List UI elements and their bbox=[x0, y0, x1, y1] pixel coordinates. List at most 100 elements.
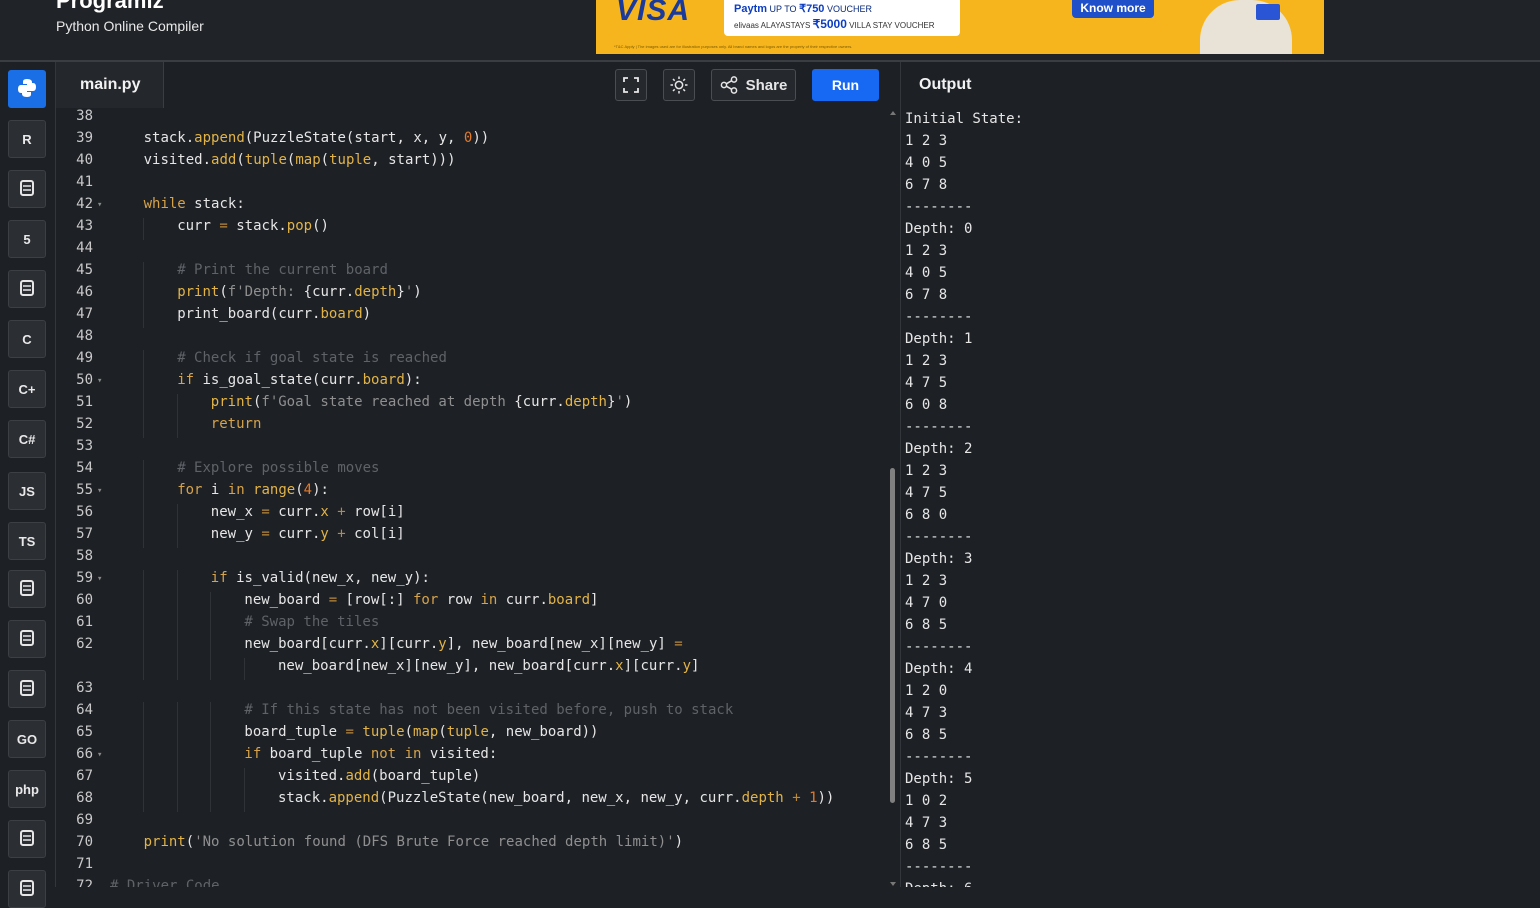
fold-arrow-icon[interactable]: ▾ bbox=[97, 750, 102, 760]
output-line: 4 7 5 bbox=[905, 375, 948, 391]
line-number: 47 bbox=[76, 306, 93, 322]
output-line: -------- bbox=[905, 199, 973, 215]
line-number: 66 bbox=[76, 746, 93, 762]
indent-guide bbox=[143, 504, 144, 526]
indent-guide bbox=[143, 592, 144, 614]
language-kotlin-button[interactable] bbox=[8, 620, 46, 658]
indent-guide bbox=[176, 592, 178, 614]
language-swift-button[interactable] bbox=[8, 820, 46, 858]
indent-guide bbox=[210, 614, 212, 636]
line-number: 38 bbox=[76, 108, 93, 124]
ad-offer-line-1: Paytm UP TO ₹750 VOUCHER bbox=[734, 3, 872, 15]
scroll-up-arrow[interactable] bbox=[890, 111, 896, 115]
language-cpp-button[interactable]: C+ bbox=[8, 370, 46, 408]
language-html-button[interactable]: 5 bbox=[8, 220, 46, 258]
language-go-button[interactable]: GO bbox=[8, 720, 46, 758]
language-ts-button[interactable]: TS bbox=[8, 522, 46, 560]
output-line: -------- bbox=[905, 309, 973, 325]
language-go-stack-button[interactable] bbox=[8, 570, 46, 608]
output-line: Depth: 5 bbox=[905, 771, 973, 787]
line-number: 52 bbox=[76, 416, 93, 432]
output-console: Initial State: 1 2 3 4 0 5 6 7 8 -------- Dep… bbox=[900, 108, 1540, 887]
indent-guide bbox=[210, 746, 212, 768]
indent-guide bbox=[176, 614, 178, 636]
language-rust-button[interactable] bbox=[8, 670, 46, 708]
run-button[interactable]: Run bbox=[812, 69, 879, 101]
c-icon: C bbox=[22, 331, 32, 347]
output-line: 6 7 8 bbox=[905, 287, 948, 303]
line-number: 63 bbox=[76, 680, 93, 696]
output-line: 4 0 5 bbox=[905, 265, 948, 281]
language-r-button[interactable]: R bbox=[8, 120, 46, 158]
indent-guide bbox=[210, 724, 212, 746]
language-php-button[interactable]: php bbox=[8, 770, 46, 808]
java-icon bbox=[18, 279, 36, 300]
code-line: visited.add(tuple(map(tuple, start))) bbox=[143, 152, 456, 168]
indent-guide bbox=[210, 790, 212, 812]
indent-guide bbox=[143, 394, 144, 416]
fold-arrow-icon[interactable]: ▾ bbox=[97, 376, 102, 386]
code-line: board_tuple = tuple(map(tuple, new_board… bbox=[244, 724, 599, 740]
output-line: -------- bbox=[905, 749, 973, 765]
indent-guide bbox=[143, 746, 144, 768]
line-number: 39 bbox=[76, 130, 93, 146]
fullscreen-button[interactable] bbox=[615, 69, 647, 101]
indent-guide bbox=[176, 702, 178, 724]
indent-guide bbox=[210, 592, 212, 614]
go-icon: GO bbox=[16, 731, 38, 747]
language-c-button[interactable]: C bbox=[8, 320, 46, 358]
line-number: 68 bbox=[76, 790, 93, 806]
line-number: 51 bbox=[76, 394, 93, 410]
line-number: 53 bbox=[76, 438, 93, 454]
indent-guide bbox=[143, 416, 144, 438]
indent-guide bbox=[143, 636, 144, 658]
ad-banner[interactable]: VISA Paytm UP TO ₹750 VOUCHER elivaas AL… bbox=[596, 0, 1324, 54]
line-number: 62 bbox=[76, 636, 93, 652]
code-line: for i in range(4): bbox=[177, 482, 329, 498]
fullscreen-icon bbox=[623, 77, 639, 93]
language-csharp-button[interactable]: C# bbox=[8, 420, 46, 458]
indent-guide bbox=[176, 636, 178, 658]
output-line: 4 7 0 bbox=[905, 595, 948, 611]
code-line: # Driver Code bbox=[110, 878, 220, 887]
share-button[interactable]: Share bbox=[711, 69, 796, 101]
ts-icon: TS bbox=[18, 533, 36, 549]
kotlin-icon bbox=[18, 629, 36, 650]
ad-card-image bbox=[1256, 4, 1280, 20]
code-line: visited.add(board_tuple) bbox=[278, 768, 481, 784]
language-java-button[interactable] bbox=[8, 270, 46, 308]
output-line: 1 2 3 bbox=[905, 243, 948, 259]
scroll-down-arrow[interactable] bbox=[890, 882, 896, 886]
fold-arrow-icon[interactable]: ▾ bbox=[97, 200, 102, 210]
file-tab-main[interactable]: main.py bbox=[56, 62, 164, 108]
language-js-button[interactable]: JS bbox=[8, 472, 46, 510]
code-line: new_y = curr.y + col[i] bbox=[210, 526, 405, 542]
sql-icon bbox=[18, 179, 36, 200]
code-line: new_board[new_x][new_y], new_board[curr.… bbox=[278, 658, 700, 674]
fold-arrow-icon[interactable]: ▾ bbox=[97, 574, 102, 584]
indent-guide bbox=[143, 482, 144, 504]
indent-guide bbox=[143, 284, 144, 306]
js-icon: JS bbox=[19, 483, 35, 499]
line-number: 61 bbox=[76, 614, 93, 630]
code-editor[interactable]: 38 39 stack.append(PuzzleState(start, x, y… bbox=[56, 108, 899, 887]
theme-toggle-button[interactable] bbox=[663, 69, 695, 101]
line-number: 49 bbox=[76, 350, 93, 366]
code-line: print(f'Goal state reached at depth {cur… bbox=[210, 394, 633, 410]
language-python-button[interactable] bbox=[8, 70, 46, 108]
code-line: if board_tuple not in visited: bbox=[244, 746, 498, 762]
site-title[interactable]: Programiz bbox=[56, 0, 164, 14]
ad-know-more-button[interactable]: Know more bbox=[1072, 0, 1154, 18]
code-line: curr = stack.pop() bbox=[177, 218, 329, 234]
editor-scrollbar-thumb[interactable] bbox=[890, 468, 895, 803]
line-number: 60 bbox=[76, 592, 93, 608]
language-sql-button[interactable] bbox=[8, 170, 46, 208]
indent-guide bbox=[210, 636, 212, 658]
fold-arrow-icon[interactable]: ▾ bbox=[97, 486, 102, 496]
output-line: 1 2 3 bbox=[905, 353, 948, 369]
indent-guide bbox=[176, 416, 178, 438]
language-ruby-button[interactable] bbox=[8, 870, 46, 908]
code-line: # If this state has not been visited bef… bbox=[244, 702, 734, 718]
code-line: # Print the current board bbox=[177, 262, 388, 278]
share-icon bbox=[720, 76, 737, 94]
